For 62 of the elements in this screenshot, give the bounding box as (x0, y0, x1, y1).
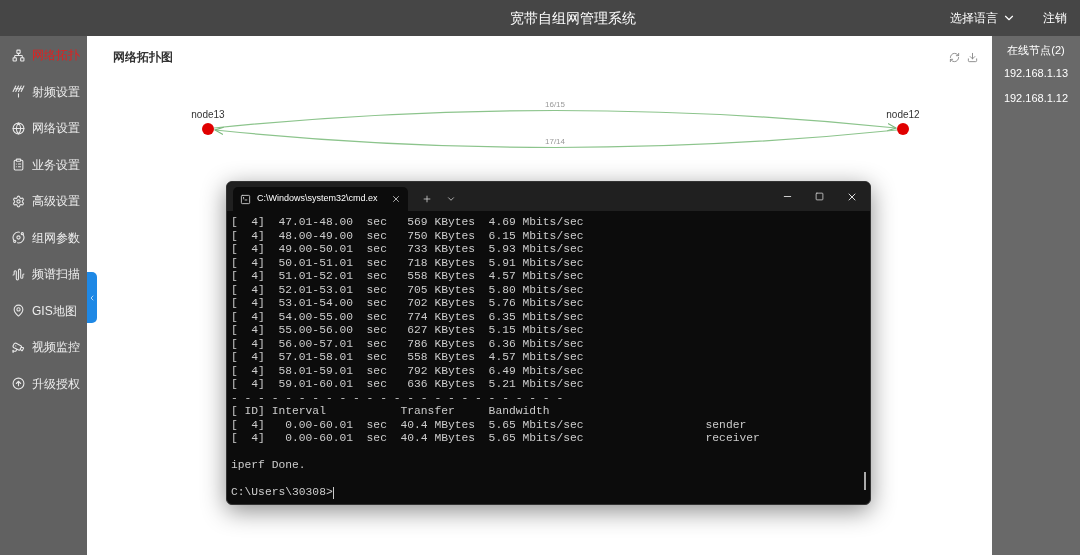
network-icon (12, 48, 25, 62)
link-label: 17/14 (545, 137, 565, 146)
terminal-line: [ ID] Interval Transfer Bandwidth (231, 405, 550, 419)
terminal-line: [ 4] 50.01-51.01 sec 718 KBytes 5.91 Mbits/sec (231, 256, 584, 270)
clipboard-icon (12, 158, 25, 172)
text-cursor (332, 486, 334, 499)
map-pin-icon (12, 304, 25, 318)
sidebar-item[interactable]: 升级授权 (0, 365, 87, 402)
terminal-prompt: C:\Users\30308> (231, 486, 333, 500)
terminal-line: [ 4] 47.01-48.00 sec 569 KBytes 4.69 Mbits/sec (231, 216, 584, 230)
logout-link[interactable]: 注销 (1043, 9, 1067, 27)
refresh-icon[interactable] (949, 51, 960, 63)
terminal-line: [ 4] 55.00-56.00 sec 627 KBytes 5.15 Mbits/sec (231, 324, 584, 338)
terminal-tab[interactable]: C:\Windows\system32\cmd.ex (233, 187, 408, 211)
online-nodes-title: 在线节点(2) (1007, 43, 1065, 58)
chevron-left-icon (88, 293, 96, 302)
language-selector[interactable]: 选择语言 (950, 9, 1016, 27)
terminal-line: iperf Done. (231, 459, 306, 473)
maximize-icon[interactable] (815, 192, 824, 201)
terminal-line: [ 4] 53.01-54.00 sec 702 KBytes 5.76 Mbits/sec (231, 297, 584, 311)
node-label: node12 (886, 109, 920, 120)
antenna-icon (12, 85, 25, 99)
scrollbar-thumb[interactable] (864, 472, 866, 490)
sidebar-item[interactable]: 网络设置 (0, 110, 87, 147)
sidebar-item[interactable]: 视频监控 (0, 329, 87, 366)
link-label: 16/15 (545, 100, 565, 109)
terminal-line: [ 4] 54.00-55.00 sec 774 KBytes 6.35 Mbits/sec (231, 310, 584, 324)
terminal-line: [ 4] 49.00-50.01 sec 733 KBytes 5.93 Mbits/sec (231, 243, 584, 257)
download-icon[interactable] (967, 51, 978, 63)
plus-icon[interactable] (422, 194, 432, 204)
node-ip-item[interactable]: 192.168.1.13 (1003, 64, 1069, 90)
sidebar-item[interactable]: 射频设置 (0, 73, 87, 110)
page-title: 网络拓扑图 (113, 49, 173, 66)
terminal-line: [ 4] 0.00-60.01 sec 40.4 MBytes 5.65 Mbits/sec sender (231, 418, 747, 432)
orbit-icon (12, 231, 25, 245)
node-dot[interactable] (202, 123, 214, 135)
node-label: node13 (191, 109, 225, 120)
sidebar-item[interactable]: GIS地图 (0, 292, 87, 329)
terminal-line: [ 4] 48.00-49.00 sec 750 KBytes 6.15 Mbits/sec (231, 229, 584, 243)
node-ip-item[interactable]: 192.168.1.12 (1003, 89, 1069, 115)
app-title: 宽带自组网管理系统 (510, 8, 636, 28)
node-dot[interactable] (897, 123, 909, 135)
terminal-line: [ 4] 57.01-58.01 sec 558 KBytes 4.57 Mbits/sec (231, 351, 584, 365)
close-icon[interactable] (391, 194, 401, 204)
sidebar-item[interactable]: 业务设置 (0, 146, 87, 183)
terminal-icon (240, 193, 251, 205)
globe-icon (12, 121, 25, 135)
waveform-icon (12, 267, 25, 281)
terminal-line: [ 4] 51.01-52.01 sec 558 KBytes 4.57 Mbits/sec (231, 270, 584, 284)
chevron-down-icon[interactable] (446, 194, 456, 204)
terminal-line: [ 4] 52.01-53.01 sec 705 KBytes 5.80 Mbits/sec (231, 283, 584, 297)
settings-icon (12, 194, 25, 208)
terminal-line: [ 4] 56.00-57.01 sec 786 KBytes 6.36 Mbits/sec (231, 337, 584, 351)
terminal-line: - - - - - - - - - - - - - - - - - - - - - - - - - (231, 391, 564, 405)
camera-icon (12, 340, 25, 354)
terminal-line: [ 4] 0.00-60.01 sec 40.4 MBytes 5.65 Mbits/sec receiver (231, 432, 760, 446)
sidebar-item[interactable]: 组网参数 (0, 219, 87, 256)
arrow-up-circle-icon (12, 377, 25, 391)
sidebar-item[interactable]: 高级设置 (0, 183, 87, 220)
terminal-line: [ 4] 58.01-59.01 sec 792 KBytes 6.49 Mbits/sec (231, 364, 584, 378)
sidebar-item[interactable]: 频谱扫描 (0, 256, 87, 293)
terminal-line: [ 4] 59.01-60.01 sec 636 KBytes 5.21 Mbits/sec (231, 378, 584, 392)
